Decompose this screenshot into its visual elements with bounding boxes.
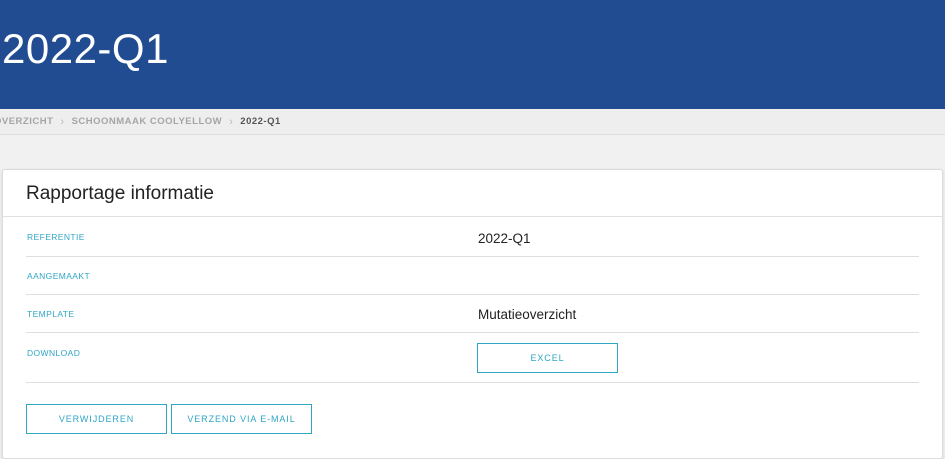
breadcrumb-item-overzicht[interactable]: OVERZICHT (0, 116, 53, 127)
row-label: TEMPLATE (27, 309, 75, 319)
card-title: Rapportage informatie (26, 183, 214, 204)
report-info-card: Rapportage informatie REFERENTIE 2022-Q1… (2, 169, 943, 459)
row-label: DOWNLOAD (27, 348, 81, 358)
breadcrumb-item-current: 2022-Q1 (240, 116, 281, 127)
row-label: REFERENTIE (27, 232, 85, 242)
page-title: 2022-Q1 (2, 25, 169, 72)
breadcrumb-item-schoonmaak-coolyellow[interactable]: SCHOONMAAK COOLYELLOW (72, 116, 223, 127)
breadcrumb: OVERZICHT › SCHOONMAAK COOLYELLOW › 2022… (0, 109, 945, 135)
info-row-download: DOWNLOAD EXCEL (26, 333, 919, 383)
row-value: Mutatieoverzicht (478, 307, 577, 322)
info-row-aangemaakt: AANGEMAAKT (26, 257, 919, 295)
info-row-referentie: REFERENTIE 2022-Q1 (26, 217, 919, 257)
page-header: 2022-Q1 (0, 0, 945, 109)
info-row-template: TEMPLATE Mutatieoverzicht (26, 295, 919, 333)
breadcrumb-separator-icon: › (229, 115, 234, 128)
row-value: 2022-Q1 (478, 231, 531, 246)
breadcrumb-separator-icon: › (60, 115, 65, 128)
row-label: AANGEMAAKT (27, 271, 91, 281)
delete-button[interactable]: VERWIJDEREN (26, 404, 167, 434)
excel-download-button[interactable]: EXCEL (477, 343, 618, 373)
send-email-button[interactable]: VERZEND VIA E-MAIL (171, 404, 312, 434)
